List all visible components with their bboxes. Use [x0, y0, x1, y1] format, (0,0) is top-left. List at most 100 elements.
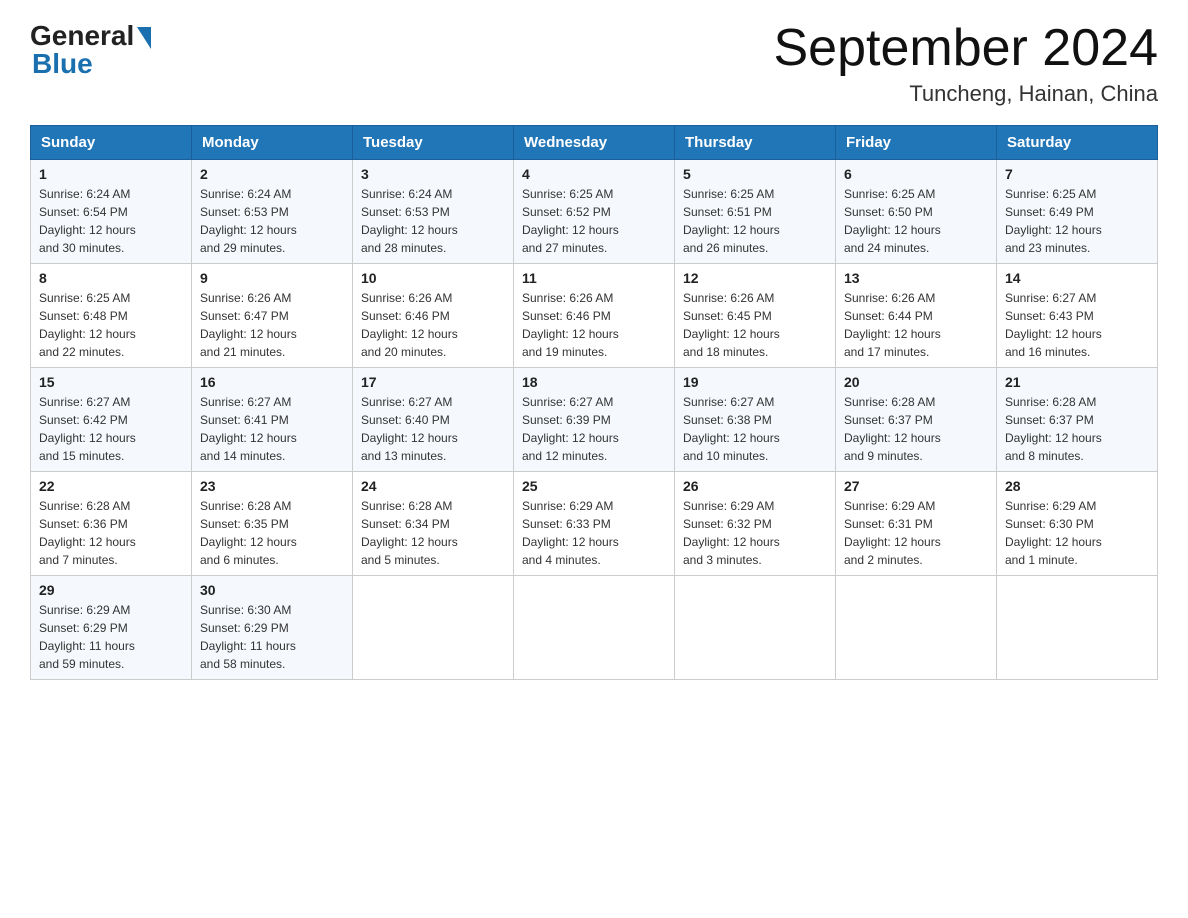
page-header: General Blue September 2024 Tuncheng, Ha…: [30, 20, 1158, 107]
day-info: Sunrise: 6:27 AMSunset: 6:41 PMDaylight:…: [200, 395, 297, 463]
calendar-cell: 19 Sunrise: 6:27 AMSunset: 6:38 PMDaylig…: [675, 368, 836, 472]
day-header-row: SundayMondayTuesdayWednesdayThursdayFrid…: [31, 126, 1158, 160]
calendar-cell: 13 Sunrise: 6:26 AMSunset: 6:44 PMDaylig…: [836, 264, 997, 368]
logo-blue-text: Blue: [32, 48, 93, 80]
day-number: 5: [683, 166, 827, 182]
calendar-week-row: 22 Sunrise: 6:28 AMSunset: 6:36 PMDaylig…: [31, 472, 1158, 576]
day-number: 6: [844, 166, 988, 182]
calendar-cell: 25 Sunrise: 6:29 AMSunset: 6:33 PMDaylig…: [514, 472, 675, 576]
calendar-cell: 1 Sunrise: 6:24 AMSunset: 6:54 PMDayligh…: [31, 160, 192, 264]
day-number: 29: [39, 582, 183, 598]
day-info: Sunrise: 6:27 AMSunset: 6:43 PMDaylight:…: [1005, 291, 1102, 359]
calendar-cell: 18 Sunrise: 6:27 AMSunset: 6:39 PMDaylig…: [514, 368, 675, 472]
day-of-week-header: Saturday: [997, 126, 1158, 160]
calendar-table: SundayMondayTuesdayWednesdayThursdayFrid…: [30, 125, 1158, 680]
calendar-cell: 15 Sunrise: 6:27 AMSunset: 6:42 PMDaylig…: [31, 368, 192, 472]
calendar-cell: 22 Sunrise: 6:28 AMSunset: 6:36 PMDaylig…: [31, 472, 192, 576]
day-number: 10: [361, 270, 505, 286]
day-info: Sunrise: 6:27 AMSunset: 6:40 PMDaylight:…: [361, 395, 458, 463]
calendar-cell: 5 Sunrise: 6:25 AMSunset: 6:51 PMDayligh…: [675, 160, 836, 264]
calendar-cell: 20 Sunrise: 6:28 AMSunset: 6:37 PMDaylig…: [836, 368, 997, 472]
calendar-cell: 26 Sunrise: 6:29 AMSunset: 6:32 PMDaylig…: [675, 472, 836, 576]
calendar-week-row: 29 Sunrise: 6:29 AMSunset: 6:29 PMDaylig…: [31, 576, 1158, 680]
calendar-cell: 10 Sunrise: 6:26 AMSunset: 6:46 PMDaylig…: [353, 264, 514, 368]
day-number: 9: [200, 270, 344, 286]
day-number: 4: [522, 166, 666, 182]
day-of-week-header: Sunday: [31, 126, 192, 160]
day-info: Sunrise: 6:26 AMSunset: 6:44 PMDaylight:…: [844, 291, 941, 359]
day-number: 3: [361, 166, 505, 182]
day-of-week-header: Wednesday: [514, 126, 675, 160]
calendar-week-row: 15 Sunrise: 6:27 AMSunset: 6:42 PMDaylig…: [31, 368, 1158, 472]
day-info: Sunrise: 6:24 AMSunset: 6:54 PMDaylight:…: [39, 187, 136, 255]
day-number: 18: [522, 374, 666, 390]
calendar-cell: 2 Sunrise: 6:24 AMSunset: 6:53 PMDayligh…: [192, 160, 353, 264]
day-of-week-header: Tuesday: [353, 126, 514, 160]
calendar-cell: 14 Sunrise: 6:27 AMSunset: 6:43 PMDaylig…: [997, 264, 1158, 368]
calendar-week-row: 8 Sunrise: 6:25 AMSunset: 6:48 PMDayligh…: [31, 264, 1158, 368]
day-number: 12: [683, 270, 827, 286]
day-number: 2: [200, 166, 344, 182]
day-number: 26: [683, 478, 827, 494]
day-info: Sunrise: 6:28 AMSunset: 6:35 PMDaylight:…: [200, 499, 297, 567]
day-number: 21: [1005, 374, 1149, 390]
day-number: 17: [361, 374, 505, 390]
day-number: 24: [361, 478, 505, 494]
day-of-week-header: Friday: [836, 126, 997, 160]
day-number: 16: [200, 374, 344, 390]
calendar-cell: 24 Sunrise: 6:28 AMSunset: 6:34 PMDaylig…: [353, 472, 514, 576]
day-info: Sunrise: 6:24 AMSunset: 6:53 PMDaylight:…: [200, 187, 297, 255]
calendar-cell: [836, 576, 997, 680]
logo: General Blue: [30, 20, 151, 80]
calendar-cell: [997, 576, 1158, 680]
day-info: Sunrise: 6:29 AMSunset: 6:33 PMDaylight:…: [522, 499, 619, 567]
calendar-body: 1 Sunrise: 6:24 AMSunset: 6:54 PMDayligh…: [31, 160, 1158, 680]
calendar-cell: 21 Sunrise: 6:28 AMSunset: 6:37 PMDaylig…: [997, 368, 1158, 472]
calendar-cell: 6 Sunrise: 6:25 AMSunset: 6:50 PMDayligh…: [836, 160, 997, 264]
calendar-cell: [353, 576, 514, 680]
calendar-cell: 28 Sunrise: 6:29 AMSunset: 6:30 PMDaylig…: [997, 472, 1158, 576]
day-info: Sunrise: 6:28 AMSunset: 6:34 PMDaylight:…: [361, 499, 458, 567]
day-info: Sunrise: 6:25 AMSunset: 6:51 PMDaylight:…: [683, 187, 780, 255]
calendar-cell: [514, 576, 675, 680]
day-of-week-header: Monday: [192, 126, 353, 160]
day-number: 14: [1005, 270, 1149, 286]
calendar-cell: 16 Sunrise: 6:27 AMSunset: 6:41 PMDaylig…: [192, 368, 353, 472]
day-info: Sunrise: 6:29 AMSunset: 6:31 PMDaylight:…: [844, 499, 941, 567]
calendar-week-row: 1 Sunrise: 6:24 AMSunset: 6:54 PMDayligh…: [31, 160, 1158, 264]
day-info: Sunrise: 6:27 AMSunset: 6:42 PMDaylight:…: [39, 395, 136, 463]
calendar-cell: 23 Sunrise: 6:28 AMSunset: 6:35 PMDaylig…: [192, 472, 353, 576]
day-number: 30: [200, 582, 344, 598]
day-info: Sunrise: 6:25 AMSunset: 6:52 PMDaylight:…: [522, 187, 619, 255]
calendar-cell: 17 Sunrise: 6:27 AMSunset: 6:40 PMDaylig…: [353, 368, 514, 472]
day-number: 28: [1005, 478, 1149, 494]
day-info: Sunrise: 6:25 AMSunset: 6:49 PMDaylight:…: [1005, 187, 1102, 255]
day-number: 1: [39, 166, 183, 182]
calendar-cell: 7 Sunrise: 6:25 AMSunset: 6:49 PMDayligh…: [997, 160, 1158, 264]
day-number: 27: [844, 478, 988, 494]
day-info: Sunrise: 6:26 AMSunset: 6:46 PMDaylight:…: [361, 291, 458, 359]
day-info: Sunrise: 6:26 AMSunset: 6:46 PMDaylight:…: [522, 291, 619, 359]
day-number: 8: [39, 270, 183, 286]
calendar-cell: 29 Sunrise: 6:29 AMSunset: 6:29 PMDaylig…: [31, 576, 192, 680]
day-info: Sunrise: 6:25 AMSunset: 6:50 PMDaylight:…: [844, 187, 941, 255]
day-info: Sunrise: 6:25 AMSunset: 6:48 PMDaylight:…: [39, 291, 136, 359]
day-number: 7: [1005, 166, 1149, 182]
day-number: 22: [39, 478, 183, 494]
calendar-cell: [675, 576, 836, 680]
calendar-cell: 12 Sunrise: 6:26 AMSunset: 6:45 PMDaylig…: [675, 264, 836, 368]
day-number: 20: [844, 374, 988, 390]
month-title: September 2024: [774, 20, 1159, 77]
calendar-cell: 27 Sunrise: 6:29 AMSunset: 6:31 PMDaylig…: [836, 472, 997, 576]
day-number: 19: [683, 374, 827, 390]
calendar-cell: 8 Sunrise: 6:25 AMSunset: 6:48 PMDayligh…: [31, 264, 192, 368]
day-number: 11: [522, 270, 666, 286]
calendar-cell: 4 Sunrise: 6:25 AMSunset: 6:52 PMDayligh…: [514, 160, 675, 264]
day-info: Sunrise: 6:29 AMSunset: 6:32 PMDaylight:…: [683, 499, 780, 567]
title-section: September 2024 Tuncheng, Hainan, China: [774, 20, 1159, 107]
day-info: Sunrise: 6:26 AMSunset: 6:47 PMDaylight:…: [200, 291, 297, 359]
day-info: Sunrise: 6:28 AMSunset: 6:37 PMDaylight:…: [1005, 395, 1102, 463]
day-number: 23: [200, 478, 344, 494]
day-number: 13: [844, 270, 988, 286]
day-info: Sunrise: 6:26 AMSunset: 6:45 PMDaylight:…: [683, 291, 780, 359]
